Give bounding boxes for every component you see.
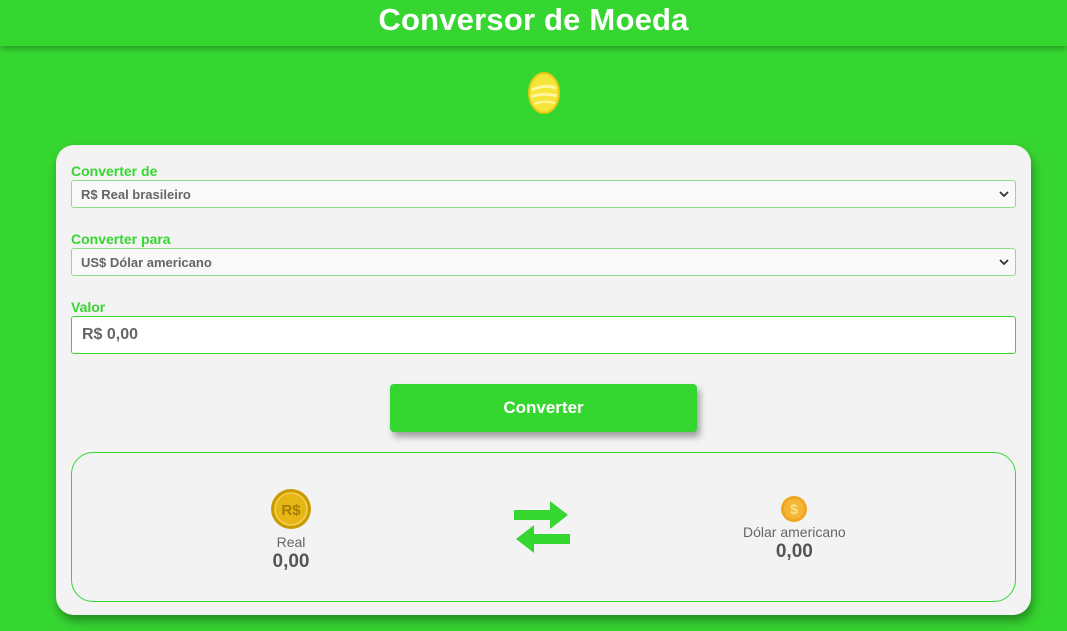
chevron-down-icon (999, 191, 1009, 198)
source-amount: 0,00 (272, 551, 310, 572)
header: Conversor de Moeda (0, 0, 1067, 46)
dollar-coin-icon: $ (781, 496, 808, 522)
target-result: $ Dólar americano 0,00 (743, 495, 846, 563)
convert-button[interactable]: Converter (390, 384, 697, 432)
amount-label: Valor (71, 299, 106, 315)
target-amount: 0,00 (775, 541, 813, 562)
source-currency-name: Real (276, 534, 306, 550)
to-currency-select[interactable]: US$ Dólar americano (71, 248, 1016, 276)
to-currency-value: US$ Dólar americano (81, 254, 212, 270)
svg-text:$: $ (790, 501, 798, 517)
coin-logo-icon (528, 72, 560, 114)
source-result: R$ Real 0,00 (270, 488, 312, 573)
from-label: Converter de (71, 163, 158, 179)
swap-arrows-icon (514, 501, 570, 553)
result-panel: R$ Real 0,00 $ Dólar americano 0,00 (71, 452, 1016, 602)
amount-input[interactable]: R$ 0,00 (71, 316, 1016, 354)
real-coin-icon: R$ (271, 489, 311, 529)
chevron-down-icon (999, 259, 1009, 266)
converter-card: Converter de R$ Real brasileiro Converte… (56, 145, 1031, 615)
svg-text:R$: R$ (281, 502, 301, 519)
from-currency-value: R$ Real brasileiro (81, 186, 191, 202)
from-currency-select[interactable]: R$ Real brasileiro (71, 180, 1016, 208)
page-title: Conversor de Moeda (378, 2, 689, 37)
target-currency-name: Dólar americano (743, 524, 846, 540)
to-label: Converter para (71, 231, 171, 247)
amount-input-value: R$ 0,00 (82, 326, 139, 343)
